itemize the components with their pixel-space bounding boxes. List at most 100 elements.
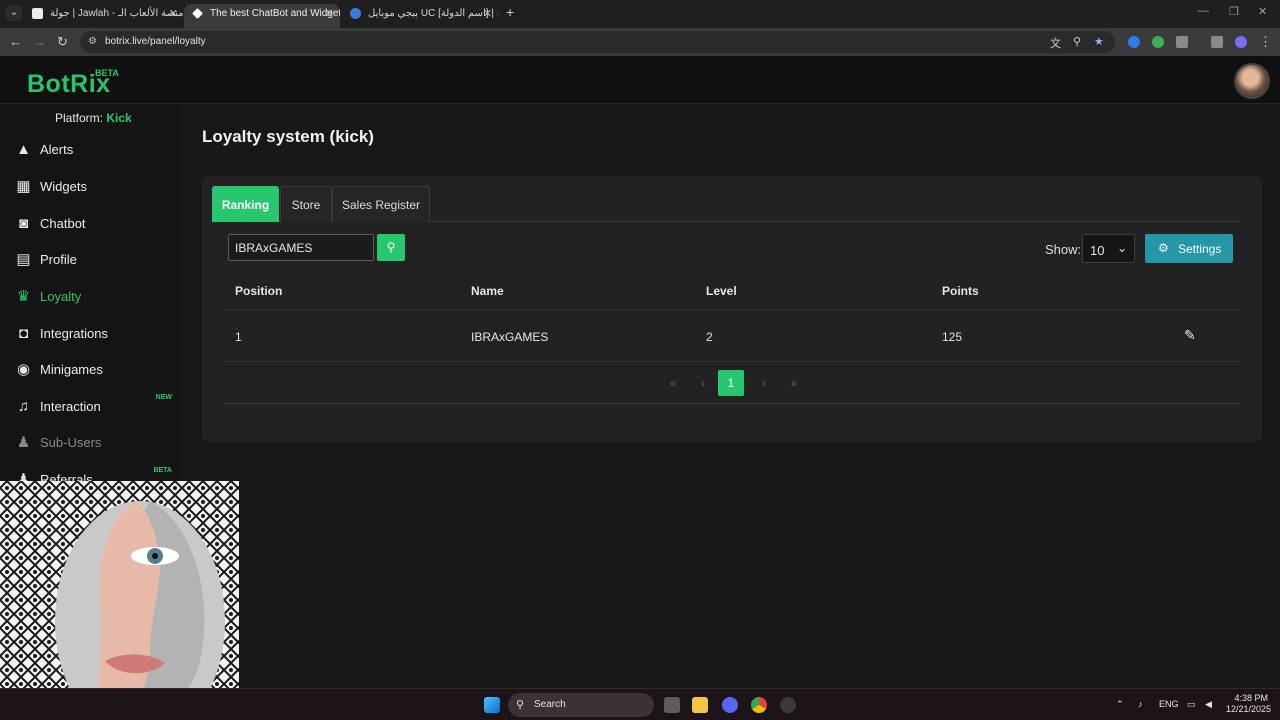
discord-icon[interactable] <box>722 697 738 713</box>
browser-tab-bar: ⌄ جولة | Jawlah - منصة الألعاب الـ ✕ The… <box>0 0 1280 28</box>
cell-level: 2 <box>706 330 713 344</box>
ranking-table: Position Name Level Points 1 IBRAxGAMES … <box>224 270 1240 362</box>
browser-toolbar: ← → ↻ ⚙ botrix.live/panel/loyalty 文 ⚲ ★ … <box>0 28 1280 56</box>
settings-button[interactable]: ⚙ Settings <box>1145 234 1233 263</box>
clock-date: 12/21/2025 <box>1226 704 1272 714</box>
translate-icon[interactable]: 文 <box>1050 35 1061 51</box>
sidebar-item-label: Profile <box>40 252 77 267</box>
sidebar-item-label: Minigames <box>40 362 103 377</box>
search-input[interactable] <box>228 234 374 261</box>
sidebar-item-minigames[interactable]: ◉ Minigames <box>0 354 183 386</box>
tab-search-button[interactable]: ⌄ <box>6 5 22 21</box>
tab-sales-register[interactable]: Sales Register <box>332 186 430 222</box>
gears-icon: ⚙ <box>1158 241 1169 255</box>
taskbar-search[interactable]: ⚲ Search <box>508 693 654 717</box>
search-button[interactable]: ⚲ <box>377 234 405 261</box>
browser-tab-botrix[interactable]: The best ChatBot and Widgets ✕ <box>184 4 340 28</box>
sidebar-item-widgets[interactable]: ▦ Widgets <box>0 171 183 203</box>
column-header-level[interactable]: Level <box>706 284 737 298</box>
close-tab-icon[interactable]: ✕ <box>325 4 334 24</box>
pubg-favicon <box>350 8 361 19</box>
webcam-overlay <box>0 481 239 720</box>
media-control-icon[interactable] <box>1211 36 1223 48</box>
extensions-puzzle-icon[interactable] <box>1176 36 1188 48</box>
loyalty-card: Ranking Store Sales Register ⚲ Show: 10 … <box>202 176 1262 442</box>
sidebar-item-sub-users[interactable]: ♟ Sub-Users <box>0 427 183 459</box>
webcam-image <box>0 481 239 720</box>
close-tab-icon[interactable]: ✕ <box>169 4 178 24</box>
windows-taskbar: ⚲ Search ⌃ ♪ ENG ▭ ◀ 4:38 PM 12/21/2025 <box>0 688 1280 720</box>
page-button-current[interactable]: 1 <box>718 370 744 396</box>
robot-icon: ◙ <box>18 215 29 232</box>
cell-name: IBRAxGAMES <box>471 330 549 344</box>
sidebar-item-label: Chatbot <box>40 216 86 231</box>
column-header-position[interactable]: Position <box>235 284 282 298</box>
page-size-select[interactable]: 10 ⌄ <box>1082 234 1135 263</box>
microphone-icon[interactable]: ♪ <box>1138 699 1143 709</box>
reload-icon[interactable]: ↻ <box>57 34 68 50</box>
extension-icon[interactable] <box>1152 36 1164 48</box>
file-explorer-icon[interactable] <box>692 697 708 713</box>
sidebar-item-label: Integrations <box>40 326 108 341</box>
show-label: Show: <box>1045 242 1082 257</box>
cell-position: 1 <box>235 330 242 344</box>
beta-badge: BETA <box>95 68 119 78</box>
language-indicator[interactable]: ENG <box>1159 699 1179 709</box>
zoom-icon[interactable]: ⚲ <box>1073 35 1081 48</box>
obs-icon[interactable] <box>780 697 796 713</box>
chrome-icon[interactable] <box>751 697 767 713</box>
loyalty-tabs: Ranking Store Sales Register <box>212 186 1240 222</box>
column-header-name[interactable]: Name <box>471 284 504 298</box>
pagination: « ‹ 1 › » <box>224 364 1240 404</box>
close-tab-icon[interactable]: ✕ <box>483 4 492 24</box>
sidebar-item-alerts[interactable]: ▲ Alerts <box>0 134 183 166</box>
windows-start-icon[interactable] <box>484 697 500 713</box>
forward-arrow-icon[interactable]: → <box>33 34 46 49</box>
browser-menu-icon[interactable]: ⋮ <box>1259 34 1272 50</box>
back-arrow-icon[interactable]: ← <box>9 34 22 49</box>
tab-ranking[interactable]: Ranking <box>212 186 279 222</box>
music-icon: ♫ <box>17 398 30 415</box>
new-tab-button[interactable]: + <box>506 4 514 20</box>
first-page-icon[interactable]: « <box>660 370 686 396</box>
edit-pencil-icon[interactable]: ✎ <box>1184 327 1196 344</box>
search-icon: ⚲ <box>386 240 396 254</box>
minimize-icon[interactable]: — <box>1198 5 1209 17</box>
next-page-icon[interactable]: › <box>751 370 777 396</box>
profile-icon[interactable] <box>1235 36 1247 48</box>
bookmark-star-icon[interactable]: ★ <box>1094 35 1104 48</box>
maximize-icon[interactable]: ❐ <box>1229 5 1239 18</box>
display-icon[interactable]: ▭ <box>1187 699 1196 710</box>
chevron-up-icon[interactable]: ⌃ <box>1116 699 1124 710</box>
sidebar-item-chatbot[interactable]: ◙ Chatbot <box>0 208 183 240</box>
platform-label: Platform: <box>55 111 104 125</box>
table-header-row: Position Name Level Points <box>224 270 1240 310</box>
browser-tab-jawlah[interactable]: جولة | Jawlah - منصة الألعاب الـ ✕ <box>24 4 184 28</box>
grid-icon: ▦ <box>16 178 31 195</box>
sidebar-item-label: Loyalty <box>40 289 82 304</box>
sidebar-item-loyalty[interactable]: ♛ Loyalty <box>0 281 183 313</box>
column-header-points[interactable]: Points <box>942 284 979 298</box>
browser-tab-pubg[interactable]: ببجي موبايل UC [اسم الدولة] | ح... ✕ <box>342 4 498 28</box>
sidebar-item-label: Alerts <box>40 142 74 157</box>
user-avatar[interactable] <box>1234 63 1270 99</box>
sidebar-item-profile[interactable]: ▤ Profile <box>0 244 183 276</box>
previous-page-icon[interactable]: ‹ <box>690 370 716 396</box>
extension-icon[interactable] <box>1128 36 1140 48</box>
task-view-icon[interactable] <box>664 697 680 713</box>
volume-icon[interactable]: ◀ <box>1205 699 1212 710</box>
gamepad-icon: ◉ <box>16 361 31 378</box>
tab-title: The best ChatBot and Widgets <box>210 8 340 19</box>
system-clock[interactable]: 4:38 PM 12/21/2025 <box>1226 693 1272 715</box>
sidebar-item-integrations[interactable]: ◘ Integrations <box>0 318 183 350</box>
last-page-icon[interactable]: » <box>781 370 807 396</box>
close-window-icon[interactable]: ✕ <box>1258 5 1267 18</box>
address-bar[interactable]: ⚙ botrix.live/panel/loyalty 文 ⚲ ★ <box>80 31 1115 53</box>
site-info-icon[interactable]: ⚙ <box>88 36 97 47</box>
platform-value: Kick <box>106 111 132 125</box>
clock-time: 4:38 PM <box>1234 693 1268 703</box>
sidebar-item-label: Sub-Users <box>40 435 102 450</box>
tab-store[interactable]: Store <box>280 186 332 222</box>
sidebar-item-interaction[interactable]: ♫ Interaction NEW <box>0 391 183 423</box>
beta-badge: BETA <box>153 467 172 474</box>
